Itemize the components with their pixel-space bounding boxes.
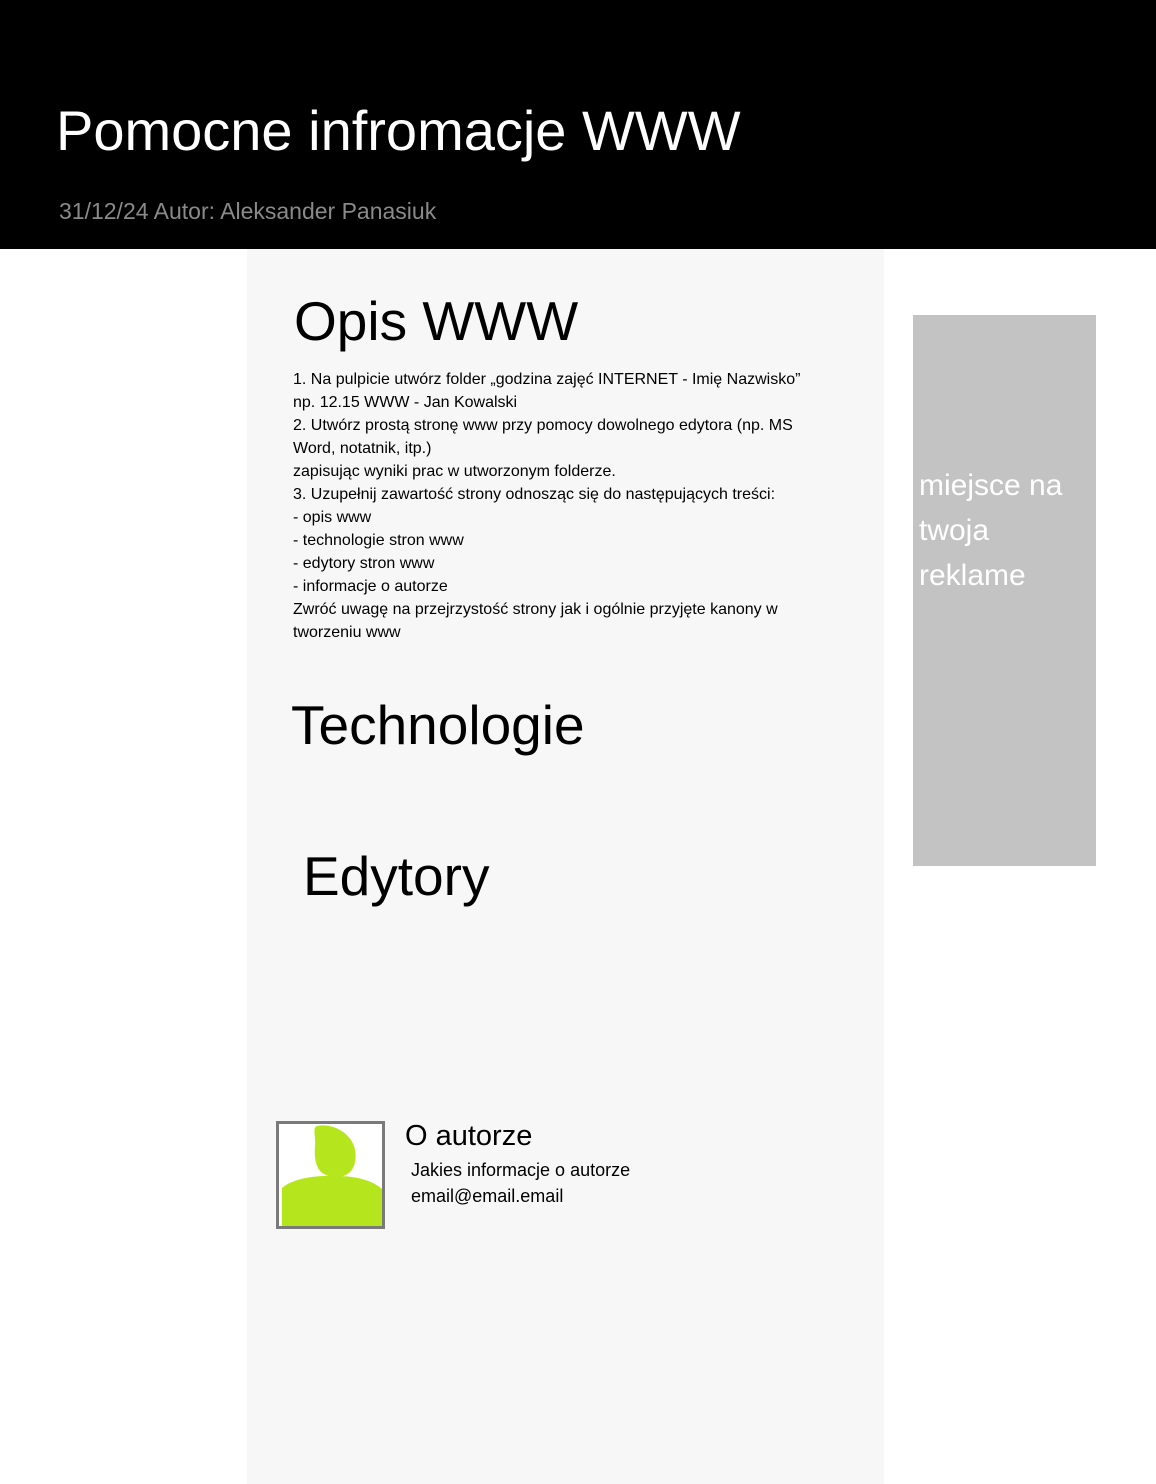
author-info: Jakies informacje o autorze email@email.… bbox=[411, 1157, 630, 1209]
author-avatar bbox=[276, 1121, 385, 1229]
opis-line: tworzeniu www bbox=[293, 624, 401, 641]
opis-line: - edytory stron www bbox=[293, 555, 435, 572]
opis-line: 1. Na pulpicie utwórz folder „godzina za… bbox=[293, 371, 801, 388]
opis-line: Zwróć uwagę na przejrzystość strony jak … bbox=[293, 601, 778, 618]
opis-line: 2. Utwórz prostą stronę www przy pomocy … bbox=[293, 417, 793, 434]
ad-line: reklame bbox=[919, 559, 1026, 592]
page-header: Pomocne infromacje WWW 31/12/24 Autor: A… bbox=[0, 0, 1156, 249]
opis-line: np. 12.15 WWW - Jan Kowalski bbox=[293, 394, 518, 411]
ad-line: twoja bbox=[919, 514, 990, 547]
opis-line: - technologie stron www bbox=[293, 532, 464, 549]
opis-line: - opis www bbox=[293, 509, 372, 526]
section-title-opis: Opis WWW bbox=[294, 290, 579, 352]
page: Pomocne infromacje WWW 31/12/24 Autor: A… bbox=[0, 0, 1156, 1484]
page-meta: 31/12/24 Autor: Aleksander Panasiuk bbox=[59, 198, 437, 224]
author-description: Jakies informacje o autorze bbox=[411, 1160, 631, 1180]
ad-placeholder[interactable]: miejsce na twoja reklame bbox=[913, 315, 1096, 866]
section-title-technologie: Technologie bbox=[291, 694, 585, 756]
section-title-edytory: Edytory bbox=[303, 845, 490, 907]
ad-text: miejsce na twoja reklame bbox=[919, 463, 1091, 598]
main-content: Opis WWW 1. Na pulpicie utwórz folder „g… bbox=[247, 249, 884, 1484]
author-title: O autorze bbox=[405, 1120, 533, 1152]
author-email[interactable]: email@email.email bbox=[411, 1183, 630, 1209]
user-avatar-icon bbox=[282, 1125, 382, 1226]
opis-line: zapisując wyniki prac w utworzonym folde… bbox=[293, 463, 616, 480]
opis-body: 1. Na pulpicie utwórz folder „godzina za… bbox=[293, 368, 863, 644]
opis-line: Word, notatnik, itp.) bbox=[293, 440, 432, 457]
opis-line: - informacje o autorze bbox=[293, 578, 448, 595]
opis-line: 3. Uzupełnij zawartość strony odnosząc s… bbox=[293, 486, 776, 503]
page-title: Pomocne infromacje WWW bbox=[56, 99, 741, 162]
ad-line: miejsce na bbox=[919, 469, 1063, 502]
